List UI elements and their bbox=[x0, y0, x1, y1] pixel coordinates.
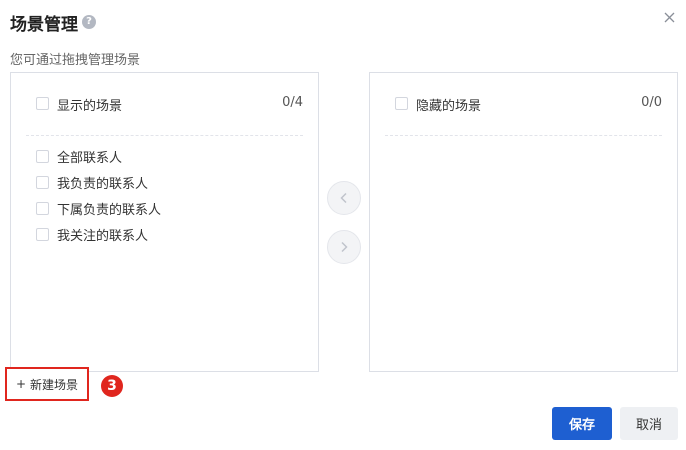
list-item[interactable]: 我关注的联系人 bbox=[11, 221, 318, 247]
scene-checkbox[interactable] bbox=[36, 150, 49, 163]
hidden-scenes-count: 0/0 bbox=[641, 95, 662, 110]
hidden-scenes-panel: 隐藏的场景 0/0 bbox=[369, 72, 678, 372]
list-item[interactable]: 我负责的联系人 bbox=[11, 169, 318, 195]
hidden-scenes-title: 隐藏的场景 bbox=[416, 99, 482, 114]
list-item[interactable]: 下属负责的联系人 bbox=[11, 195, 318, 221]
new-scene-button[interactable]: + 新建场景 bbox=[5, 367, 89, 401]
scene-label: 下属负责的联系人 bbox=[57, 203, 162, 218]
save-button[interactable]: 保存 bbox=[552, 407, 612, 440]
scene-checkbox[interactable] bbox=[36, 228, 49, 241]
question-circle-icon[interactable]: ? bbox=[82, 15, 96, 29]
divider bbox=[385, 135, 662, 136]
scene-checkbox[interactable] bbox=[36, 176, 49, 189]
divider bbox=[26, 135, 303, 136]
dialog-subtitle: 您可通过拖拽管理场景 bbox=[10, 53, 141, 68]
shown-scenes-list: 全部联系人 我负责的联系人 下属负责的联系人 我关注的联系人 bbox=[11, 143, 318, 247]
list-item[interactable]: 全部联系人 bbox=[11, 143, 318, 169]
scene-label: 我负责的联系人 bbox=[57, 177, 149, 192]
shown-scenes-header: 显示的场景 0/4 bbox=[11, 73, 318, 135]
close-icon[interactable] bbox=[660, 8, 678, 26]
new-scene-label: 新建场景 bbox=[30, 377, 79, 392]
dialog-title-row: 场景管理 ? bbox=[10, 10, 96, 35]
chevron-right-icon bbox=[341, 241, 348, 253]
cancel-button[interactable]: 取消 bbox=[620, 407, 678, 440]
scene-label: 我关注的联系人 bbox=[57, 229, 149, 244]
chevron-left-icon bbox=[340, 192, 347, 204]
step-number-badge: 3 bbox=[101, 375, 123, 397]
hidden-scenes-header: 隐藏的场景 0/0 bbox=[370, 73, 677, 135]
scene-label: 全部联系人 bbox=[57, 151, 123, 166]
scene-management-dialog: 场景管理 ? 您可通过拖拽管理场景 显示的场景 0/4 全部联系人 我负责的联系… bbox=[0, 0, 686, 450]
plus-icon: + bbox=[15, 377, 27, 391]
select-all-hidden-checkbox[interactable] bbox=[395, 97, 408, 110]
scene-checkbox[interactable] bbox=[36, 202, 49, 215]
move-to-hidden-button[interactable] bbox=[327, 230, 361, 264]
dialog-title: 场景管理 bbox=[10, 14, 78, 35]
shown-scenes-title: 显示的场景 bbox=[57, 99, 123, 114]
move-to-shown-button[interactable] bbox=[327, 181, 361, 215]
shown-scenes-count: 0/4 bbox=[282, 95, 303, 110]
shown-scenes-panel: 显示的场景 0/4 全部联系人 我负责的联系人 下属负责的联系人 我关注的联系人 bbox=[10, 72, 319, 372]
select-all-shown-checkbox[interactable] bbox=[36, 97, 49, 110]
